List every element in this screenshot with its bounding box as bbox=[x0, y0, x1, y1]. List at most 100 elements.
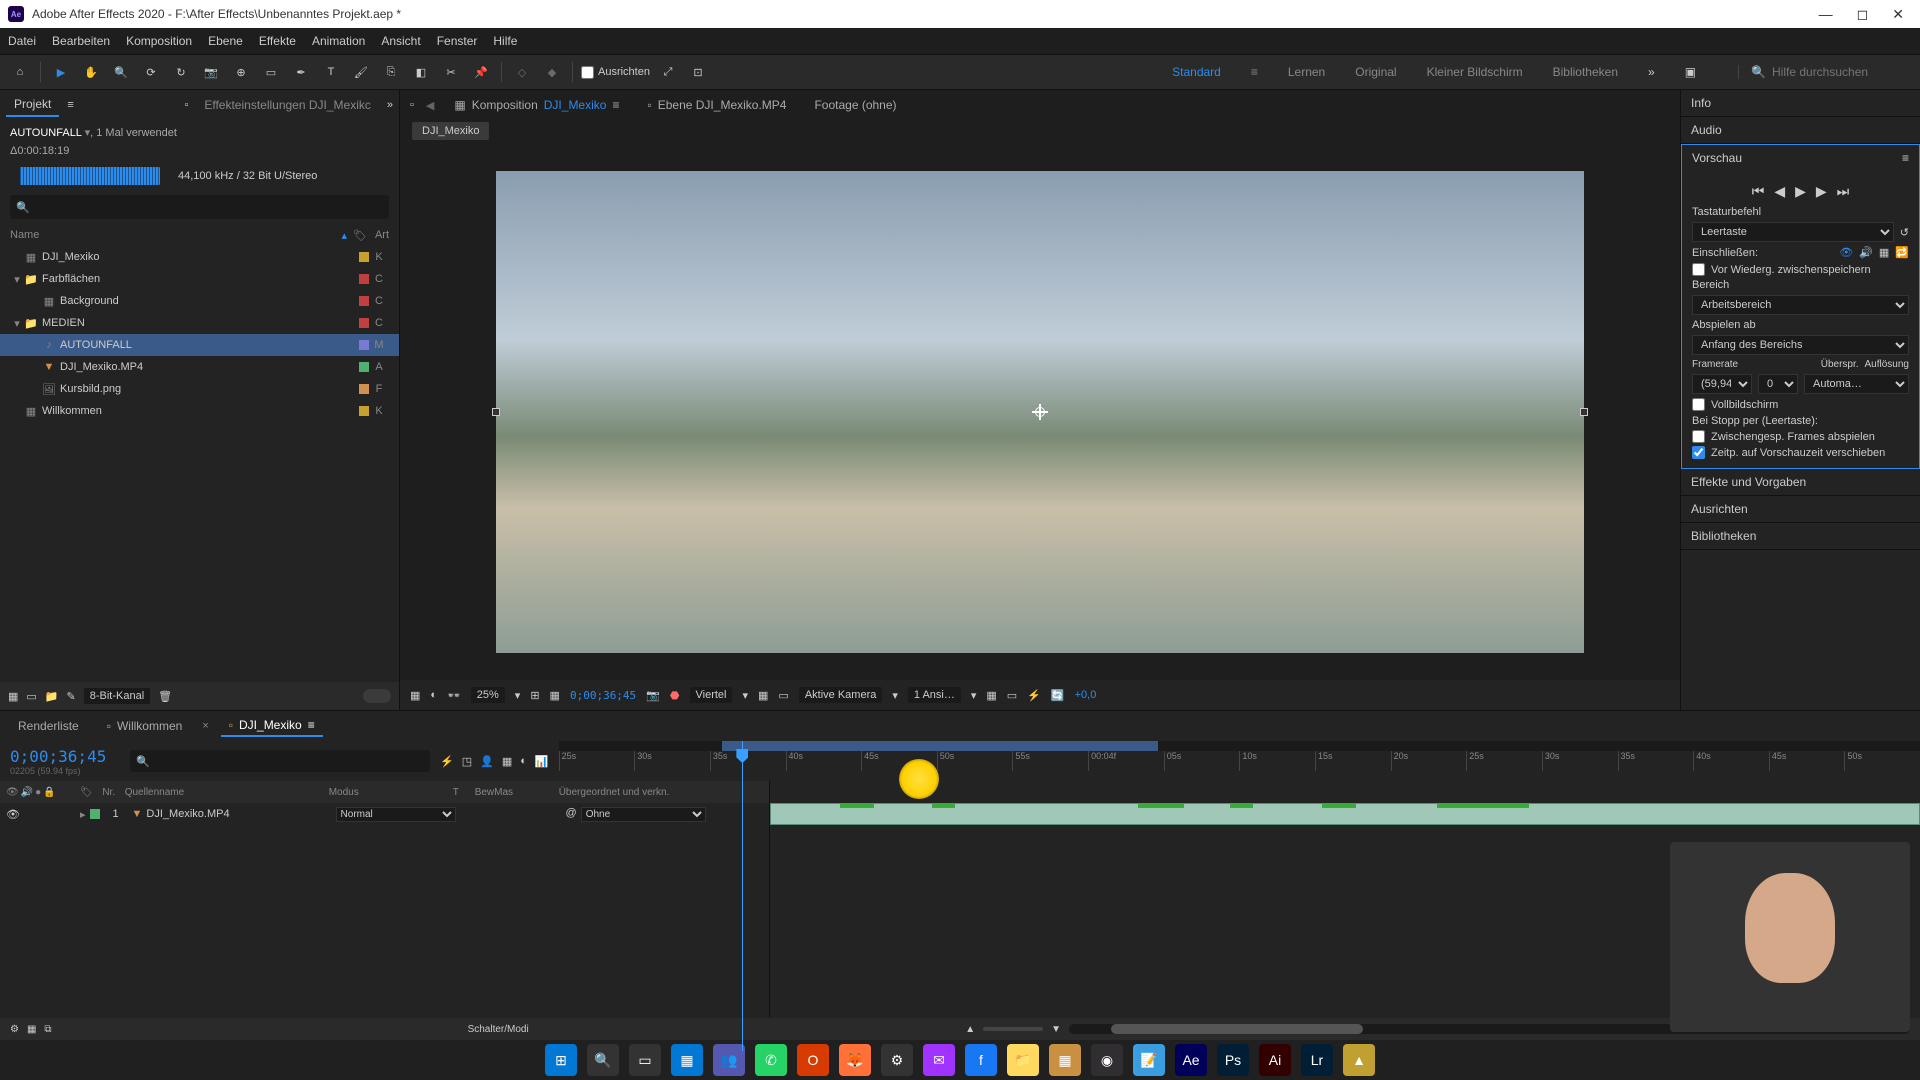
pickwhip-icon[interactable]: @ bbox=[566, 807, 577, 822]
project-item[interactable]: ▾📁FarbflächenC bbox=[0, 268, 399, 290]
zoom-in-icon[interactable]: ▼ bbox=[1051, 1024, 1061, 1035]
layer-video-toggle[interactable]: 👁 bbox=[6, 808, 20, 821]
col-label-icon[interactable]: 🏷 bbox=[80, 787, 93, 798]
timeline-search[interactable]: 🔍 bbox=[130, 750, 430, 772]
shy-icon[interactable]: 👤 bbox=[480, 755, 494, 768]
layer-mode-select[interactable]: Normal bbox=[336, 807, 456, 822]
tab-close-icon[interactable]: × bbox=[202, 720, 208, 732]
taskbar-facebook[interactable]: f bbox=[965, 1044, 997, 1076]
panel-bibliotheken[interactable]: Bibliotheken bbox=[1681, 523, 1920, 549]
taskbar-windows-start[interactable]: ⊞ bbox=[545, 1044, 577, 1076]
menu-effekte[interactable]: Effekte bbox=[259, 34, 296, 48]
timecode-viewer[interactable]: 0;00;36;45 bbox=[570, 689, 636, 702]
pen-tool-icon[interactable]: ✒ bbox=[289, 60, 313, 84]
menu-fenster[interactable]: Fenster bbox=[437, 34, 478, 48]
cached-frames-toggle[interactable]: Zwischengesp. Frames abspielen bbox=[1692, 430, 1909, 443]
zoom-tool-icon[interactable]: 🔍 bbox=[109, 60, 133, 84]
snap-opt-icon[interactable]: ⤢ bbox=[656, 60, 680, 84]
views-select[interactable]: 1 Ansi… bbox=[908, 687, 961, 703]
range-select[interactable]: Arbeitsbereich bbox=[1692, 295, 1909, 315]
rotate-tool-icon[interactable]: ↻ bbox=[169, 60, 193, 84]
shape-tool-icon[interactable]: ▭ bbox=[259, 60, 283, 84]
tab-willkommen[interactable]: ▫Willkommen bbox=[99, 716, 191, 736]
framerate-select[interactable]: (59,94) bbox=[1692, 374, 1752, 394]
taskbar-notepad[interactable]: 📝 bbox=[1133, 1044, 1165, 1076]
help-search-input[interactable] bbox=[1772, 65, 1912, 79]
skip-select[interactable]: 0 bbox=[1758, 374, 1798, 394]
layer-parent-select[interactable]: Ohne bbox=[581, 807, 706, 822]
loop-icon[interactable]: 🔁 bbox=[1895, 246, 1909, 259]
comp-lock-icon[interactable]: ▫ bbox=[410, 99, 414, 111]
resolution-select[interactable]: Viertel bbox=[690, 687, 733, 703]
trash-icon[interactable]: 🗑 bbox=[158, 690, 172, 703]
minimize-button[interactable]: — bbox=[1819, 6, 1833, 23]
col-tag-icon[interactable]: 🏷 bbox=[353, 229, 367, 242]
col-video-icon[interactable]: 👁 bbox=[6, 787, 19, 798]
clone-tool-icon[interactable]: ⎘ bbox=[379, 60, 403, 84]
tab-effekteinstellungen[interactable]: Effekteinstellungen DJI_Mexikc bbox=[196, 94, 379, 116]
adjust-icon[interactable]: ✎ bbox=[67, 690, 76, 703]
roto-tool-icon[interactable]: ✂ bbox=[439, 60, 463, 84]
panel-ausrichten[interactable]: Ausrichten bbox=[1681, 496, 1920, 522]
taskbar-after-effects[interactable]: Ae bbox=[1175, 1044, 1207, 1076]
project-item[interactable]: ▦WillkommenK bbox=[0, 400, 399, 422]
snap-box-icon[interactable]: ⊡ bbox=[686, 60, 710, 84]
layer-twirl-icon[interactable]: ▸ bbox=[80, 809, 86, 821]
project-item[interactable]: ▾📁MEDIENC bbox=[0, 312, 399, 334]
home-icon[interactable]: ⌂ bbox=[8, 60, 32, 84]
workspace-panel-icon[interactable]: ▣ bbox=[1685, 65, 1696, 79]
frame-blend-icon[interactable]: ▦ bbox=[502, 755, 512, 768]
taskbar-app2[interactable]: ▦ bbox=[1049, 1044, 1081, 1076]
view-opt3-icon[interactable]: ⚡ bbox=[1027, 689, 1041, 702]
tab-komposition[interactable]: ▦ Komposition DJI_Mexiko ≡ bbox=[446, 95, 627, 115]
zoom-select[interactable]: 25% bbox=[471, 687, 505, 703]
workspace-kleiner[interactable]: Kleiner Bildschirm bbox=[1427, 65, 1523, 79]
col-audio-icon[interactable]: 🔊 bbox=[21, 787, 33, 798]
next-frame-icon[interactable]: ▶ bbox=[1816, 183, 1827, 200]
comp-nav-back-icon[interactable]: ◀ bbox=[426, 99, 434, 112]
preview-frame[interactable] bbox=[496, 171, 1584, 653]
workspace-overflow-icon[interactable]: » bbox=[1648, 65, 1655, 79]
workspace-lernen[interactable]: Lernen bbox=[1288, 65, 1325, 79]
reset-icon[interactable]: ↺ bbox=[1900, 226, 1909, 239]
taskbar-task-view[interactable]: ▭ bbox=[629, 1044, 661, 1076]
anchor-point-icon[interactable] bbox=[1032, 404, 1048, 420]
menu-animation[interactable]: Animation bbox=[312, 34, 365, 48]
camera-tool-icon[interactable]: 📷 bbox=[199, 60, 223, 84]
workspace-original[interactable]: Original bbox=[1355, 65, 1396, 79]
col-solo-icon[interactable]: ● bbox=[35, 787, 41, 798]
exposure-value[interactable]: +0,0 bbox=[1075, 689, 1097, 701]
taskbar-messenger[interactable]: ✉ bbox=[923, 1044, 955, 1076]
brush-tool-icon[interactable]: 🖌 bbox=[349, 60, 373, 84]
prev-frame-icon[interactable]: ◀ bbox=[1774, 183, 1785, 200]
menu-ansicht[interactable]: Ansicht bbox=[381, 34, 420, 48]
alpha-toggle-icon[interactable]: ▦ bbox=[410, 689, 420, 702]
motion-blur-icon[interactable]: ◐ bbox=[520, 755, 527, 768]
mask-icon[interactable]: 👓 bbox=[447, 689, 461, 702]
tab-ebene[interactable]: ▫ Ebene DJI_Mexiko.MP4 bbox=[639, 95, 794, 115]
playfrom-select[interactable]: Anfang des Bereichs bbox=[1692, 335, 1909, 355]
panel-vorschau[interactable]: Vorschau≡ bbox=[1682, 145, 1919, 171]
project-item[interactable]: ▼DJI_Mexiko.MP4A bbox=[0, 356, 399, 378]
color-mgmt-icon[interactable]: ⬣ bbox=[670, 689, 680, 702]
viewer-area[interactable] bbox=[400, 144, 1680, 680]
work-area-bar[interactable] bbox=[722, 741, 1158, 751]
new-comp-icon[interactable]: ▭ bbox=[26, 690, 36, 703]
view-opt1-icon[interactable]: ▦ bbox=[986, 689, 996, 702]
project-toggle[interactable] bbox=[363, 689, 391, 703]
schalter-modi-button[interactable]: Schalter/Modi bbox=[468, 1024, 529, 1035]
menu-hilfe[interactable]: Hilfe bbox=[493, 34, 517, 48]
comp-flow-pill[interactable]: DJI_Mexiko bbox=[412, 122, 489, 140]
playhead[interactable] bbox=[742, 741, 743, 1051]
transform-handle-left[interactable] bbox=[492, 408, 500, 416]
tab-footage[interactable]: Footage (ohne) bbox=[806, 95, 904, 115]
camera-select[interactable]: Aktive Kamera bbox=[799, 687, 883, 703]
transform-handle-right[interactable] bbox=[1580, 408, 1588, 416]
taskbar-explorer[interactable]: 📁 bbox=[1007, 1044, 1039, 1076]
sort-arrow-icon[interactable]: ▴ bbox=[342, 229, 348, 242]
snapshot-icon[interactable]: 📷 bbox=[646, 689, 660, 702]
last-frame-icon[interactable]: ⏭ bbox=[1837, 183, 1850, 200]
project-item[interactable]: ▦BackgroundC bbox=[0, 290, 399, 312]
taskbar-search[interactable]: 🔍 bbox=[587, 1044, 619, 1076]
bit-depth-selector[interactable]: 8-Bit-Kanal bbox=[84, 688, 150, 704]
